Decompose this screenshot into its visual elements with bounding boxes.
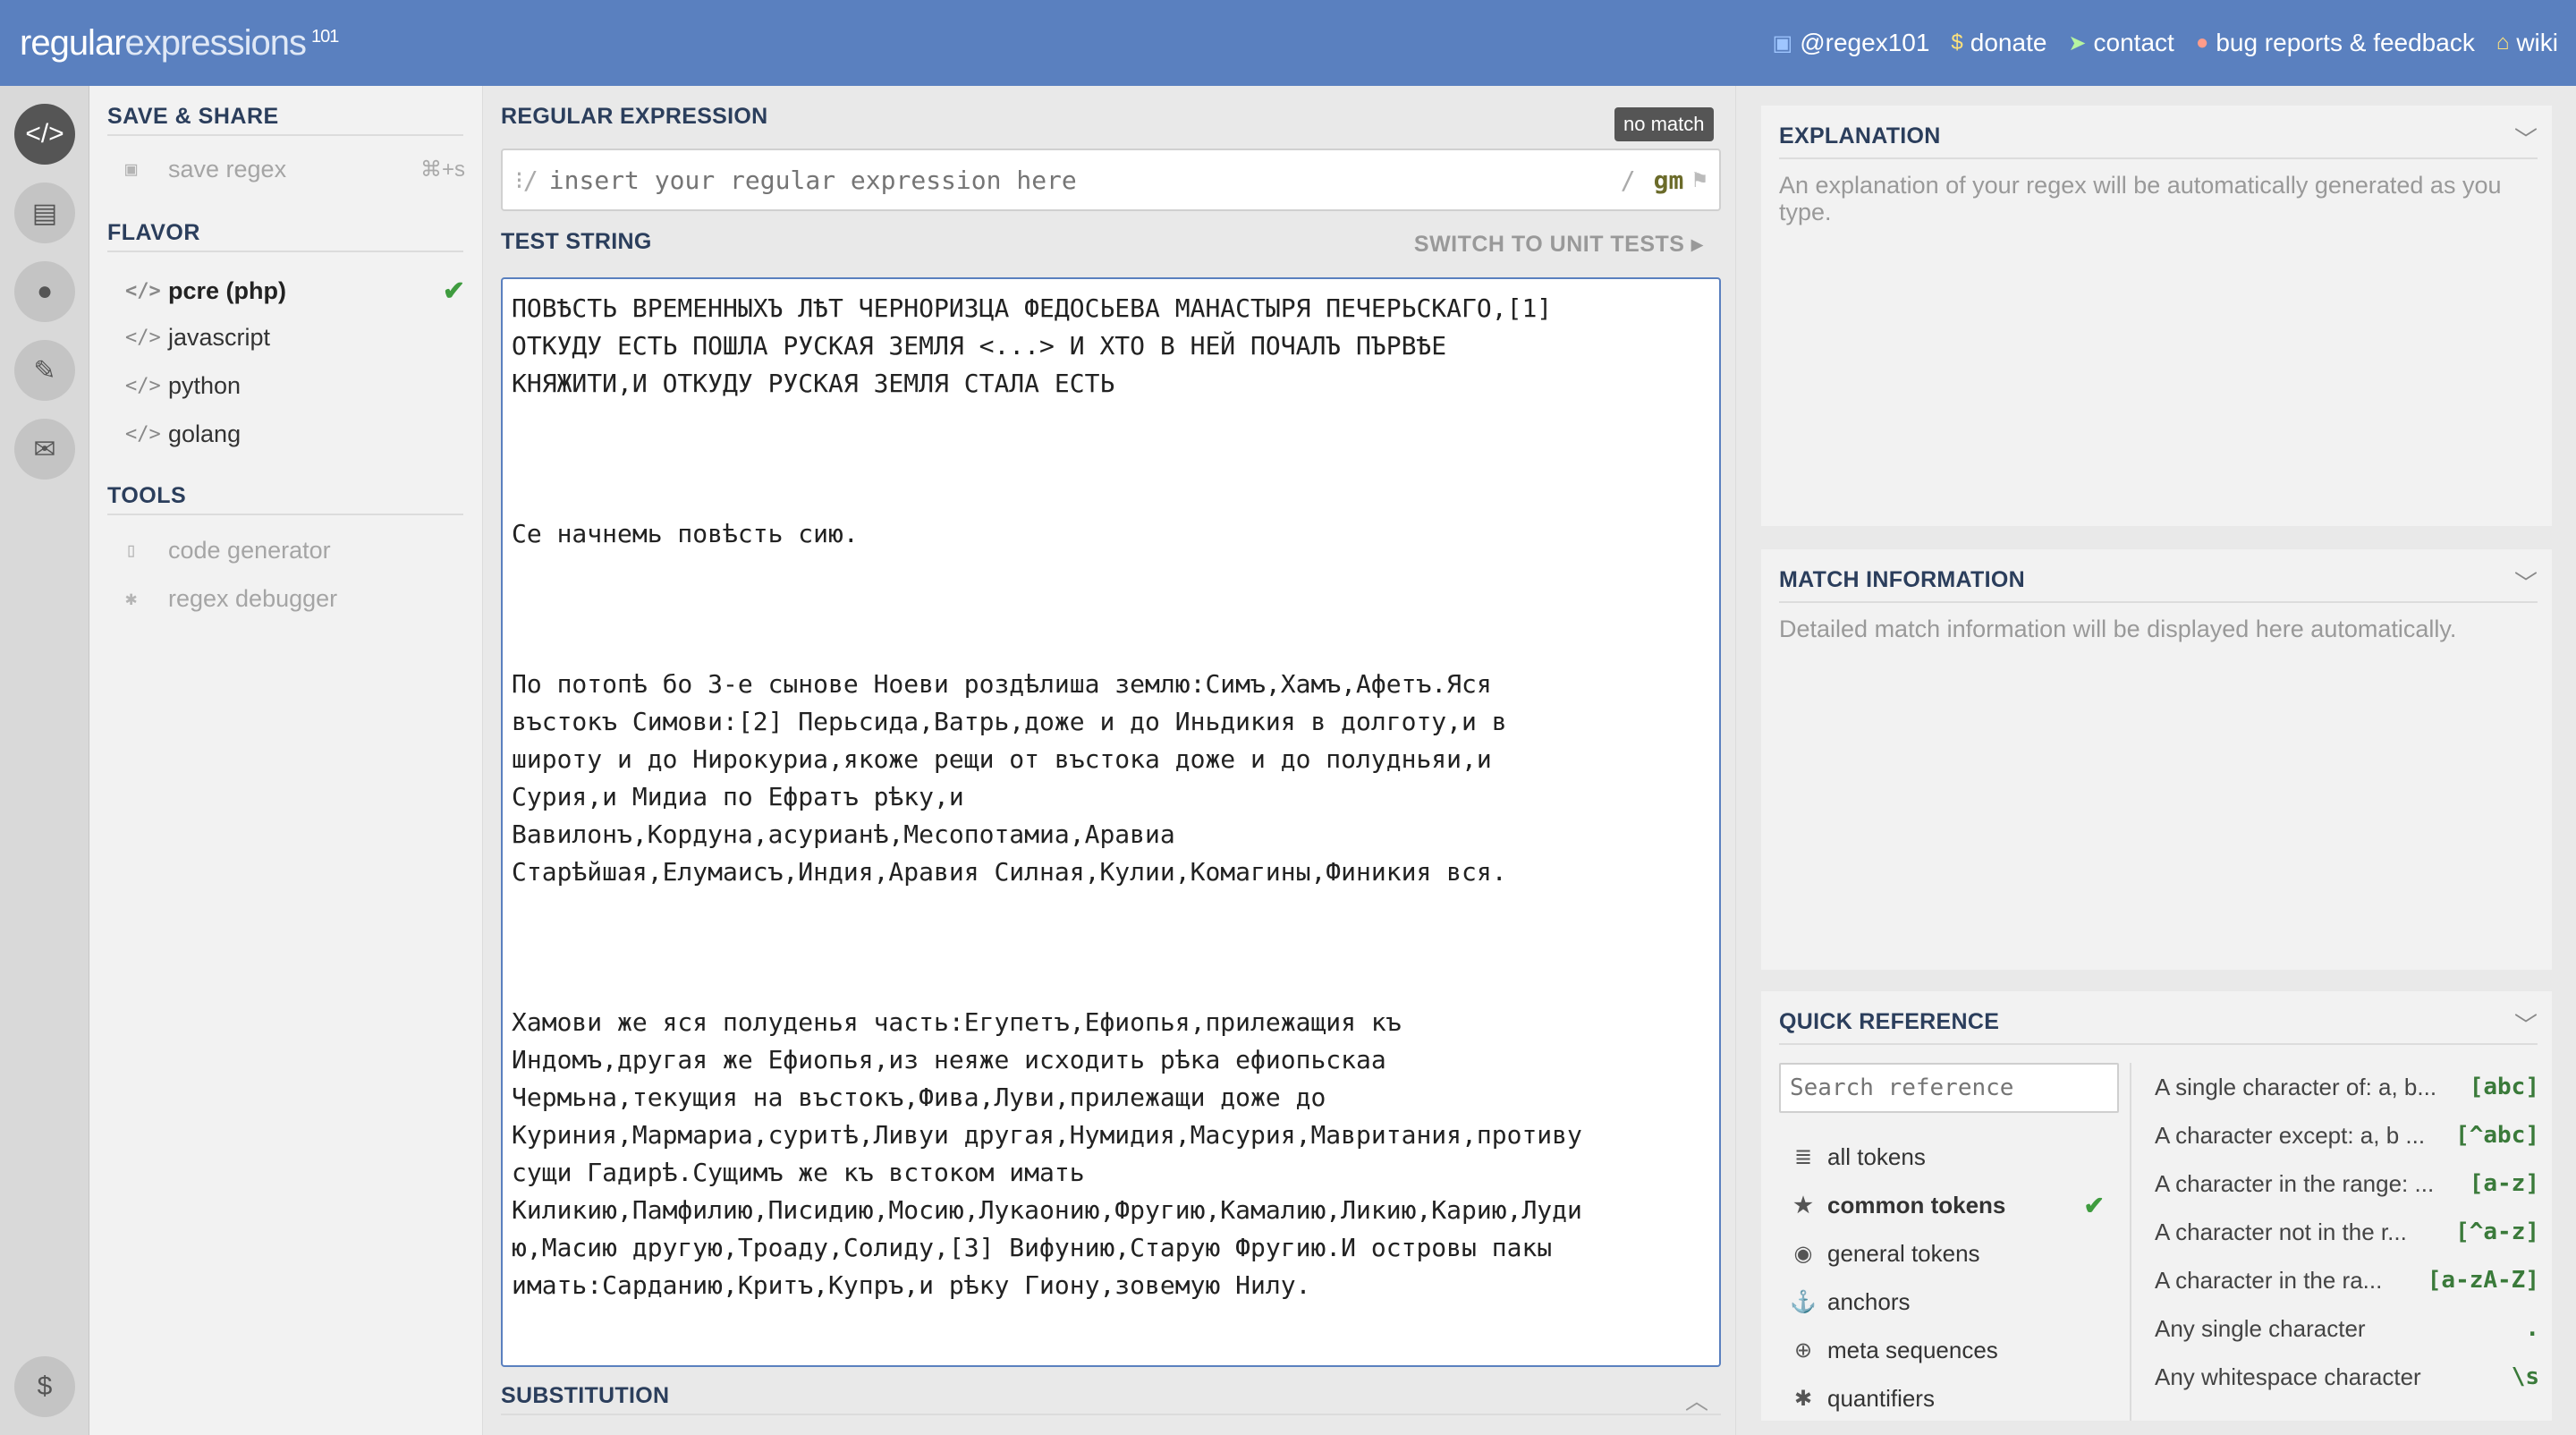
code-icon: </> bbox=[125, 327, 161, 349]
logo[interactable]: regularexpressions 101 bbox=[20, 23, 339, 64]
contact-link[interactable]: ➤ contact bbox=[2068, 29, 2174, 57]
reference-item[interactable]: A character not in the r... [^a-z] bbox=[2155, 1210, 2539, 1254]
check-icon: ✔ bbox=[2083, 1191, 2105, 1219]
circle-dot-icon: ◉ bbox=[1793, 1241, 1813, 1266]
divider bbox=[1779, 601, 2538, 603]
twitter-link[interactable]: ▣ @regex101 bbox=[1773, 29, 1930, 57]
divider bbox=[2130, 1063, 2131, 1421]
divider bbox=[107, 250, 463, 252]
github-icon: ● bbox=[2195, 30, 2209, 55]
chevron-down-icon[interactable]: ﹀ bbox=[2514, 1007, 2538, 1040]
regex-input[interactable] bbox=[548, 165, 1621, 195]
regex-debugger-link[interactable]: ✱ regex debugger bbox=[125, 585, 465, 613]
category-anchors[interactable]: ⚓ anchors bbox=[1779, 1279, 2119, 1324]
check-icon: ✔ bbox=[442, 276, 465, 306]
match-info-text: Detailed match information will be displ… bbox=[1779, 616, 2457, 642]
flavor-javascript[interactable]: </> javascript bbox=[125, 324, 465, 352]
category-general-tokens[interactable]: ◉ general tokens bbox=[1779, 1231, 2119, 1276]
life-ring-icon: ⊕ bbox=[1793, 1337, 1813, 1363]
divider bbox=[1779, 157, 2538, 159]
bug-icon: ✱ bbox=[125, 588, 138, 610]
file-code-icon: ▯ bbox=[125, 539, 138, 562]
donate-link[interactable]: $ donate bbox=[1951, 29, 2046, 57]
substitution-title[interactable]: SUBSTITUTION bbox=[501, 1383, 669, 1409]
star-icon: ★ bbox=[1793, 1193, 1813, 1218]
category-all-tokens[interactable]: ≣ all tokens bbox=[1779, 1134, 2119, 1179]
divider bbox=[1779, 1043, 2538, 1045]
explanation-panel: EXPLANATION ﹀ An explanation of your reg… bbox=[1761, 106, 2552, 526]
save-share-title: SAVE & SHARE bbox=[107, 104, 279, 129]
tools-title: TOOLS bbox=[107, 483, 187, 508]
bank-icon: ⌂ bbox=[2496, 30, 2510, 55]
anchor-icon: ⚓ bbox=[1790, 1289, 1817, 1314]
code-icon: </> bbox=[125, 280, 161, 302]
asterisk-icon: ✱ bbox=[1793, 1386, 1813, 1411]
divider bbox=[107, 514, 463, 515]
reference-item[interactable]: A character except: a, b ... [^abc] bbox=[2155, 1113, 2539, 1158]
flavor-python[interactable]: </> python bbox=[125, 372, 465, 400]
dollar-icon: $ bbox=[1951, 30, 1963, 55]
icon-rail: </> ▤ ● ✎ ✉ $ bbox=[0, 86, 89, 1435]
dollar-icon[interactable]: $ bbox=[14, 1356, 75, 1417]
twitter-icon: ▣ bbox=[1772, 30, 1793, 55]
category-meta-sequences[interactable]: ⊕ meta sequences bbox=[1779, 1328, 2119, 1372]
reference-item[interactable]: Any single character. bbox=[2155, 1306, 2539, 1351]
flavor-title: FLAVOR bbox=[107, 220, 200, 245]
chevron-up-icon[interactable]: ︿ bbox=[1685, 1383, 1708, 1416]
code-generator-link[interactable]: ▯ code generator bbox=[125, 537, 465, 565]
sidebar: SAVE & SHARE ▣ save regex ⌘+s FLAVOR </>… bbox=[89, 86, 483, 1435]
match-info-panel: MATCH INFORMATION ﹀ Detailed match infor… bbox=[1761, 549, 2552, 970]
main-editor: REGULAR EXPRESSION no match ⁝/ / gm ⚑ TE… bbox=[483, 86, 1735, 1435]
save-shortcut: ⌘+s bbox=[419, 157, 465, 182]
flag-icon[interactable]: ⚑ bbox=[1692, 166, 1707, 193]
category-quantifiers[interactable]: ✱ quantifiers bbox=[1779, 1376, 2119, 1421]
match-status-badge: no match bbox=[1614, 107, 1714, 141]
logo-light: expressions bbox=[124, 23, 307, 63]
test-string-textarea[interactable]: ПОВѢСТЬ ВРЕМЕННЫХЪ ЛѢТ ЧЕРНОРИЗЦА ФЕДОСЬ… bbox=[501, 277, 1721, 1367]
code-icon: </> bbox=[125, 423, 161, 446]
match-info-title: MATCH INFORMATION bbox=[1779, 567, 2025, 592]
regex-input-box[interactable]: ⁝/ / gm ⚑ bbox=[501, 149, 1721, 211]
regex-close-delimiter: / bbox=[1620, 165, 1636, 195]
test-string-title: TEST STRING bbox=[501, 229, 652, 254]
explanation-title: EXPLANATION bbox=[1779, 123, 1941, 149]
reference-item[interactable]: A single character of: a, b... [abc] bbox=[2155, 1065, 2539, 1109]
floppy-icon: ▣ bbox=[125, 158, 138, 181]
reference-item[interactable]: A character in the ra... [a-zA-Z] bbox=[2155, 1258, 2539, 1303]
divider bbox=[501, 1414, 1721, 1415]
logo-main: regular bbox=[20, 23, 126, 63]
regex-title: REGULAR EXPRESSION bbox=[501, 104, 768, 129]
divider bbox=[107, 134, 463, 136]
explanation-text: An explanation of your regex will be aut… bbox=[1779, 172, 2502, 225]
wrench-icon[interactable]: ✎ bbox=[14, 340, 75, 401]
library-icon[interactable]: ▤ bbox=[14, 183, 75, 243]
code-icon[interactable]: </> bbox=[14, 104, 75, 165]
chevron-down-icon[interactable]: ﹀ bbox=[2514, 122, 2538, 155]
wiki-link[interactable]: ⌂ wiki bbox=[2496, 29, 2558, 57]
header-links: ▣ @regex101 $ donate ➤ contact ● bug reports… bbox=[1773, 29, 2558, 57]
reference-item[interactable]: A character in the range: ... [a-z] bbox=[2155, 1161, 2539, 1206]
right-panel: EXPLANATION ﹀ An explanation of your reg… bbox=[1735, 86, 2576, 1435]
bug-reports-link[interactable]: ● bug reports & feedback bbox=[2196, 29, 2475, 57]
chat-icon[interactable]: ✉ bbox=[14, 419, 75, 480]
reference-item[interactable]: Any whitespace character \s bbox=[2155, 1354, 2539, 1399]
flavor-golang[interactable]: </> golang bbox=[125, 420, 465, 448]
database-icon: ≣ bbox=[1793, 1144, 1813, 1169]
caret-right-icon: ▸ bbox=[1690, 232, 1703, 257]
regex-flags[interactable]: gm bbox=[1654, 166, 1684, 195]
reference-search-input[interactable] bbox=[1779, 1063, 2119, 1113]
logo-sup: 101 bbox=[310, 26, 339, 47]
flavor-pcre[interactable]: </> pcre (php) ✔ bbox=[125, 276, 465, 307]
code-icon: </> bbox=[125, 375, 161, 397]
category-common-tokens[interactable]: ★ common tokens ✔ bbox=[1779, 1183, 2119, 1227]
save-regex-button[interactable]: ▣ save regex ⌘+s bbox=[125, 156, 465, 183]
user-icon[interactable]: ● bbox=[14, 261, 75, 322]
paper-plane-icon: ➤ bbox=[2068, 30, 2087, 55]
chevron-down-icon[interactable]: ﹀ bbox=[2514, 565, 2538, 599]
quick-reference-title: QUICK REFERENCE bbox=[1779, 1009, 2000, 1034]
quick-reference-panel: QUICK REFERENCE ﹀ ≣all tokens ★common to… bbox=[1761, 991, 2552, 1421]
regex-open-delimiter: ⁝/ bbox=[515, 165, 538, 195]
switch-unit-tests-link[interactable]: SWITCH TO UNIT TESTS ▸ bbox=[1414, 231, 1703, 258]
top-header: regularexpressions 101 ▣ @regex101 $ donate… bbox=[0, 0, 2576, 86]
